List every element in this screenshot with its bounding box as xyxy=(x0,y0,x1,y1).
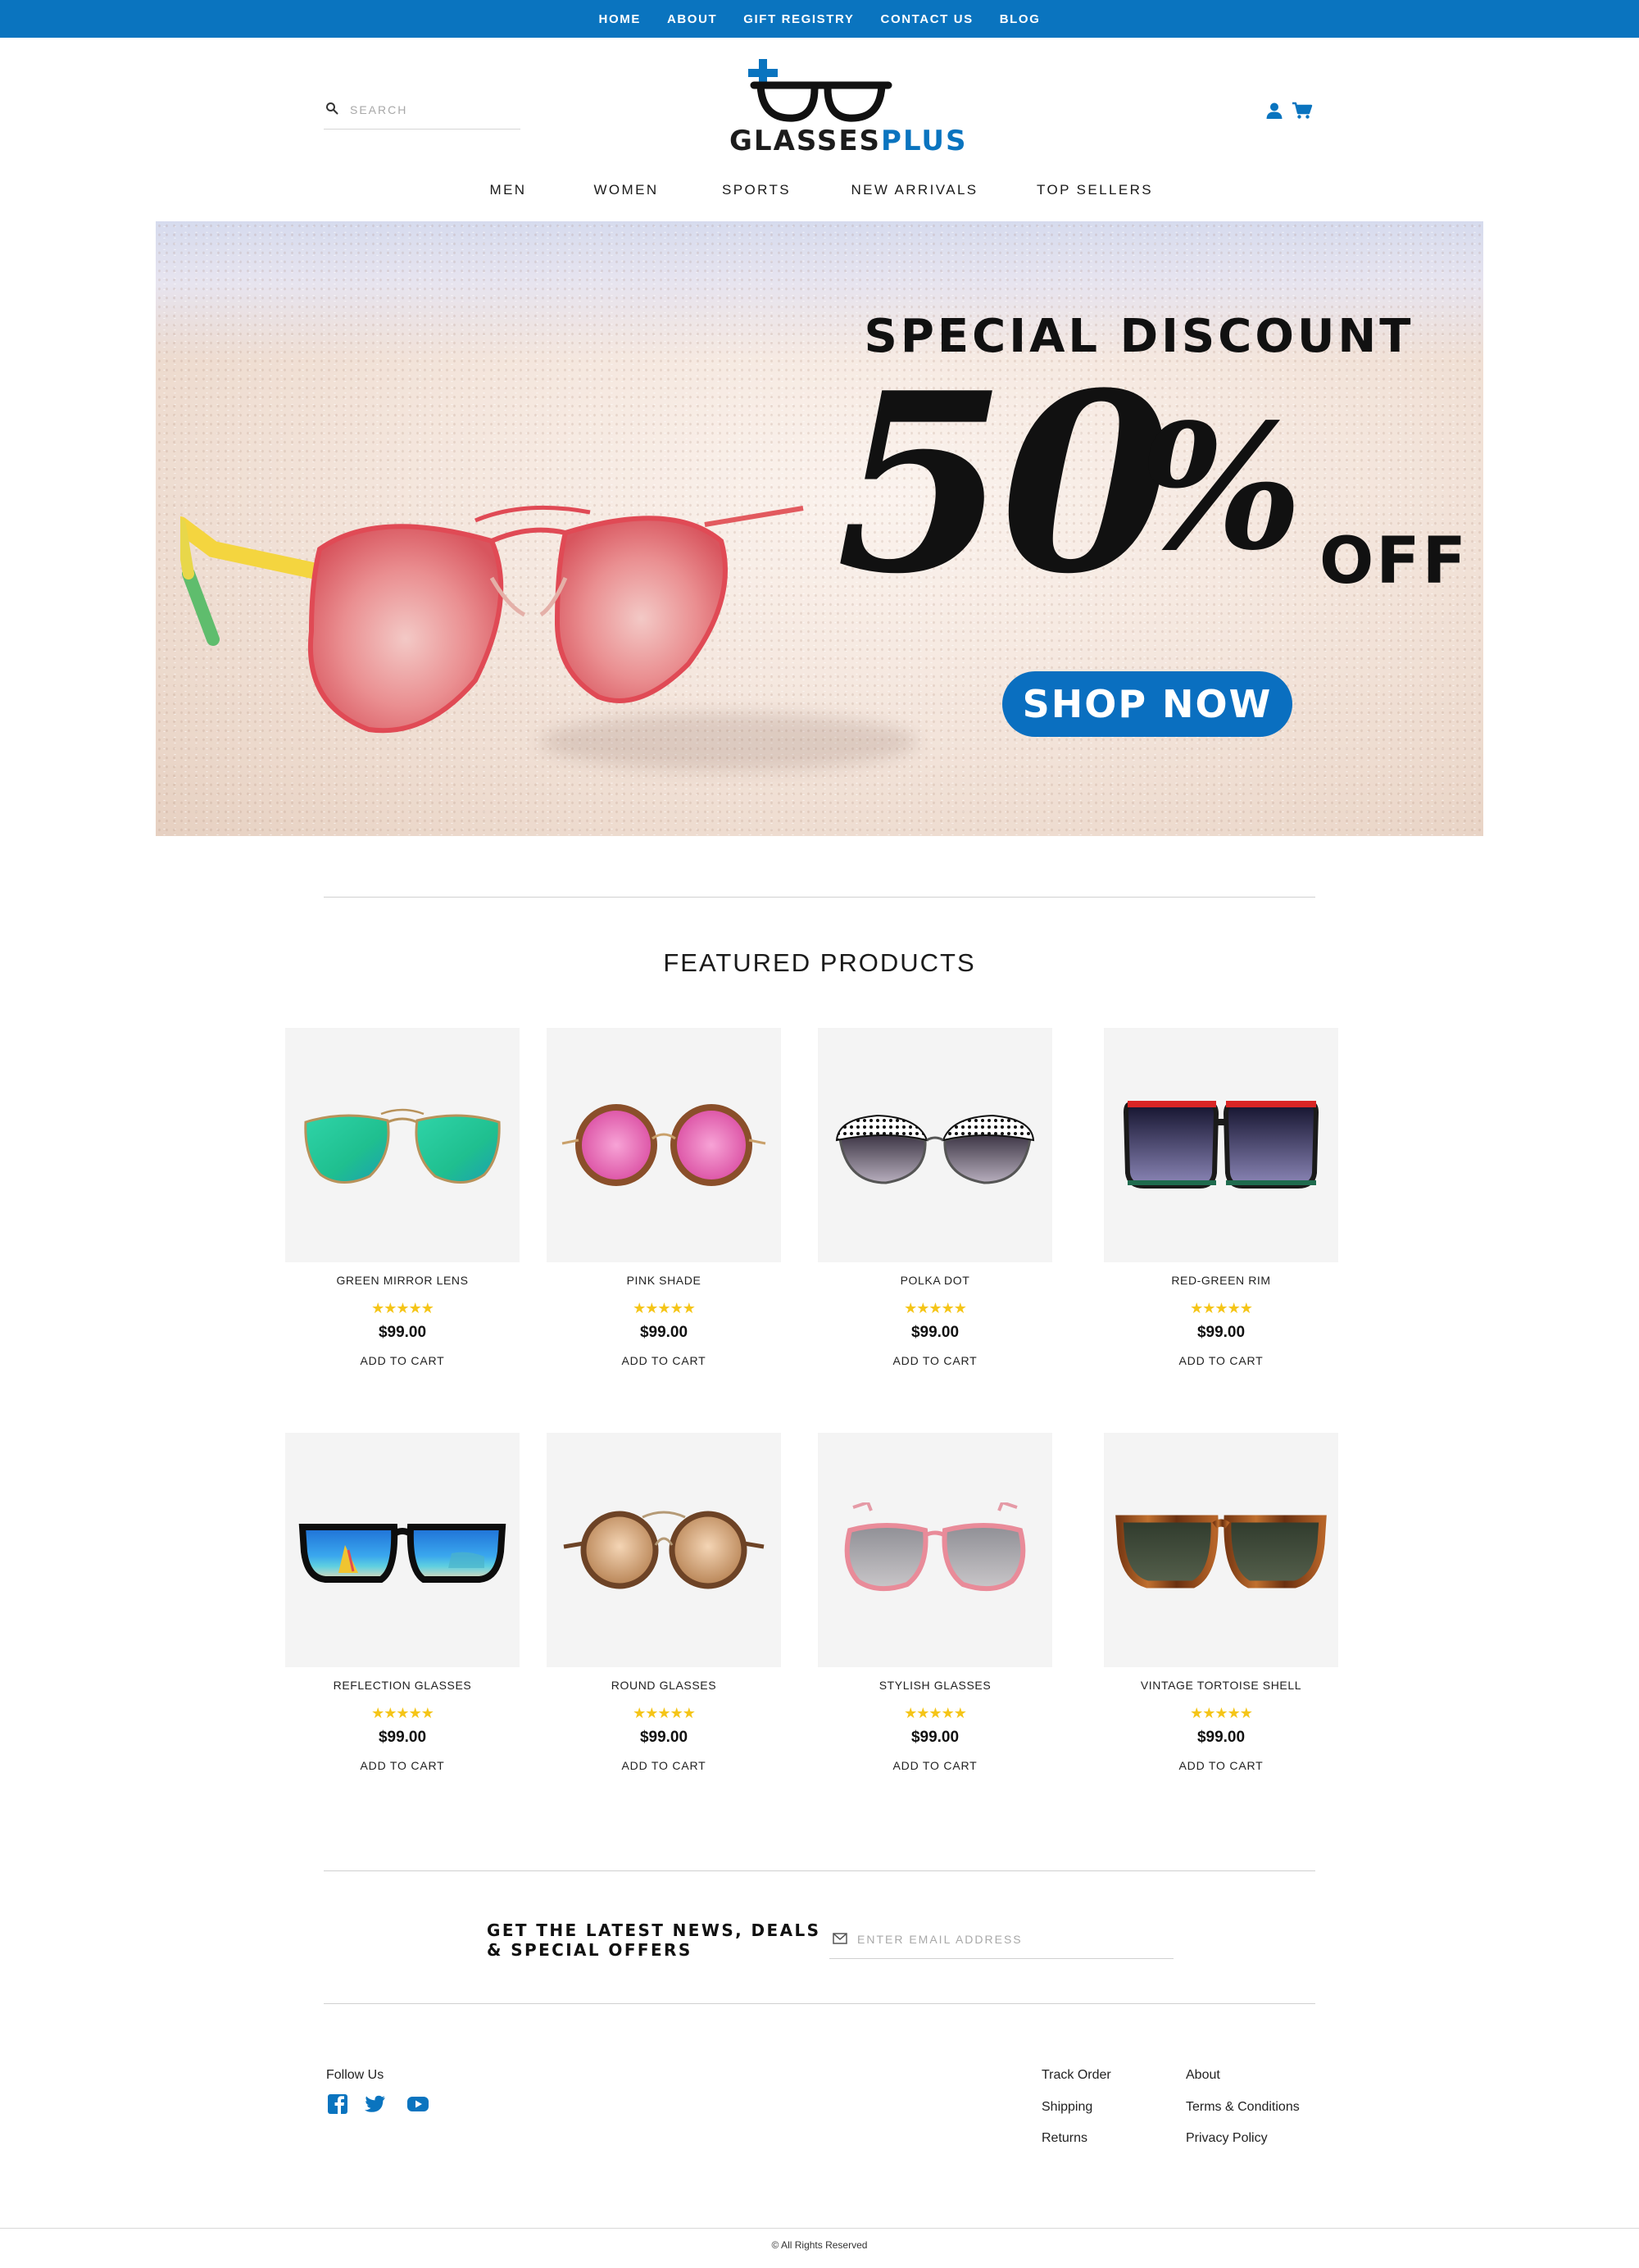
cart-icon[interactable] xyxy=(1292,102,1313,120)
add-to-cart-link[interactable]: ADD TO CART xyxy=(285,1354,520,1367)
product-price: $99.00 xyxy=(639,1324,688,1341)
green-mirror-aviator-image xyxy=(304,1108,501,1184)
star-rating: ★★★★★ xyxy=(371,1300,434,1316)
user-icon[interactable] xyxy=(1265,102,1283,120)
reflection-sunglasses-image xyxy=(298,1524,506,1583)
product-name[interactable]: PINK SHADE xyxy=(514,1274,814,1287)
red-green-rim-sunglasses-image xyxy=(1123,1101,1319,1189)
newsletter-title-line2: & SPECIAL OFFERS xyxy=(487,1940,692,1960)
top-nav-contact-us[interactable]: CONTACT US xyxy=(881,12,974,26)
footer-link-track-order[interactable]: Track Order xyxy=(1042,2068,1111,2083)
product-name[interactable]: ROUND GLASSES xyxy=(514,1679,814,1692)
product-image[interactable] xyxy=(818,1433,1052,1667)
add-to-cart-link[interactable]: ADD TO CART xyxy=(547,1354,781,1367)
product-image[interactable] xyxy=(1104,1433,1338,1667)
mail-icon xyxy=(833,1933,847,1944)
footer-link-returns[interactable]: Returns xyxy=(1042,2131,1087,2146)
product-image[interactable] xyxy=(818,1028,1052,1262)
product-image[interactable] xyxy=(547,1433,781,1667)
product-name[interactable]: REFLECTION GLASSES xyxy=(252,1679,552,1692)
search-input[interactable] xyxy=(348,98,516,121)
footer-link-terms[interactable]: Terms & Conditions xyxy=(1186,2100,1300,2115)
nav-men[interactable]: MEN xyxy=(490,182,527,198)
hero-banner[interactable]: SPECIAL DISCOUNT 50 % OFF SHOP NOW xyxy=(156,221,1483,836)
polka-dot-sunglasses-image xyxy=(835,1114,1035,1184)
top-nav-about[interactable]: ABOUT xyxy=(667,12,717,26)
footer-link-shipping[interactable]: Shipping xyxy=(1042,2100,1092,2115)
product-price: $99.00 xyxy=(1196,1324,1246,1341)
tortoise-shell-sunglasses-image xyxy=(1115,1515,1327,1589)
top-nav-gift-registry[interactable]: GIFT REGISTRY xyxy=(743,12,854,26)
product-name[interactable]: RED-GREEN RIM xyxy=(1071,1274,1371,1287)
product-name[interactable]: POLKA DOT xyxy=(785,1274,1085,1287)
add-to-cart-link[interactable]: ADD TO CART xyxy=(547,1759,781,1772)
shop-now-button[interactable]: SHOP NOW xyxy=(1002,671,1292,737)
product-image[interactable] xyxy=(1104,1028,1338,1262)
product-name[interactable]: GREEN MIRROR LENS xyxy=(252,1274,552,1287)
product-image[interactable] xyxy=(285,1433,520,1667)
footer-link-privacy-policy[interactable]: Privacy Policy xyxy=(1186,2131,1268,2146)
facebook-icon[interactable] xyxy=(326,2093,349,2115)
hero-percent-sign: % xyxy=(1139,386,1303,589)
nav-women[interactable]: WOMEN xyxy=(593,182,658,198)
site-logo[interactable]: GLASSESPLUS xyxy=(729,59,966,157)
product-price: $99.00 xyxy=(910,1324,960,1341)
newsletter-title-line1: GET THE LATEST NEWS, DEALS xyxy=(487,1920,821,1940)
star-rating: ★★★★★ xyxy=(633,1705,696,1721)
add-to-cart-link[interactable]: ADD TO CART xyxy=(1104,1759,1338,1772)
newsletter-email-field xyxy=(829,1928,1174,1959)
section-divider xyxy=(324,2003,1315,2004)
star-rating: ★★★★★ xyxy=(633,1300,696,1316)
top-utility-bar: HOME ABOUT GIFT REGISTRY CONTACT US BLOG xyxy=(0,0,1639,38)
hero-sunglasses-image xyxy=(180,505,804,734)
section-divider xyxy=(324,897,1315,898)
email-input[interactable] xyxy=(856,1928,1167,1951)
hero-off-label: OFF xyxy=(1319,525,1469,598)
youtube-icon[interactable] xyxy=(406,2093,429,2115)
add-to-cart-link[interactable]: ADD TO CART xyxy=(285,1759,520,1772)
hero-discount-amount: 50 xyxy=(836,339,1171,628)
search-icon[interactable] xyxy=(325,102,338,115)
featured-title: FEATURED PRODUCTS xyxy=(663,948,976,977)
stylish-pink-frame-sunglasses-image xyxy=(844,1502,1026,1592)
star-rating: ★★★★★ xyxy=(904,1705,967,1721)
nav-top-sellers[interactable]: TOP SELLERS xyxy=(1037,182,1153,198)
logo-wordmark: GLASSESPLUS xyxy=(729,125,966,157)
newsletter-title: GET THE LATEST NEWS, DEALS & SPECIAL OFF… xyxy=(487,1920,831,1960)
product-price: $99.00 xyxy=(910,1729,960,1746)
pink-round-sunglasses-image xyxy=(561,1104,766,1186)
top-nav-home[interactable]: HOME xyxy=(599,12,641,26)
nav-new-arrivals[interactable]: NEW ARRIVALS xyxy=(851,182,978,198)
footer-link-about[interactable]: About xyxy=(1186,2068,1220,2083)
product-name[interactable]: STYLISH GLASSES xyxy=(785,1679,1085,1692)
copyright-text: © All Rights Reserved xyxy=(771,2239,868,2251)
star-rating: ★★★★★ xyxy=(904,1300,967,1316)
add-to-cart-link[interactable]: ADD TO CART xyxy=(818,1354,1052,1367)
star-rating: ★★★★★ xyxy=(1190,1300,1253,1316)
logo-text-glasses: GLASSES xyxy=(729,125,882,157)
add-to-cart-link[interactable]: ADD TO CART xyxy=(1104,1354,1338,1367)
section-divider xyxy=(324,1870,1315,1871)
footer-divider xyxy=(0,2228,1639,2229)
product-price: $99.00 xyxy=(1196,1729,1246,1746)
star-rating: ★★★★★ xyxy=(1190,1705,1253,1721)
follow-us-label: Follow Us xyxy=(326,2068,384,2082)
product-name[interactable]: VINTAGE TORTOISE SHELL xyxy=(1071,1679,1371,1692)
top-nav-blog[interactable]: BLOG xyxy=(1000,12,1041,26)
logo-text-plus: PLUS xyxy=(881,125,968,157)
product-price: $99.00 xyxy=(378,1324,427,1341)
star-rating: ★★★★★ xyxy=(371,1705,434,1721)
glasses-logo-icon xyxy=(748,59,892,122)
search-box xyxy=(324,98,520,130)
product-image[interactable] xyxy=(285,1028,520,1262)
twitter-icon[interactable] xyxy=(364,2093,387,2115)
product-price: $99.00 xyxy=(378,1729,427,1746)
round-brown-sunglasses-image xyxy=(563,1511,765,1589)
add-to-cart-link[interactable]: ADD TO CART xyxy=(818,1759,1052,1772)
main-nav: MEN WOMEN SPORTS NEW ARRIVALS TOP SELLER… xyxy=(0,182,1639,203)
product-image[interactable] xyxy=(547,1028,781,1262)
top-nav: HOME ABOUT GIFT REGISTRY CONTACT US BLOG xyxy=(0,0,1639,38)
nav-sports[interactable]: SPORTS xyxy=(722,182,791,198)
product-price: $99.00 xyxy=(639,1729,688,1746)
